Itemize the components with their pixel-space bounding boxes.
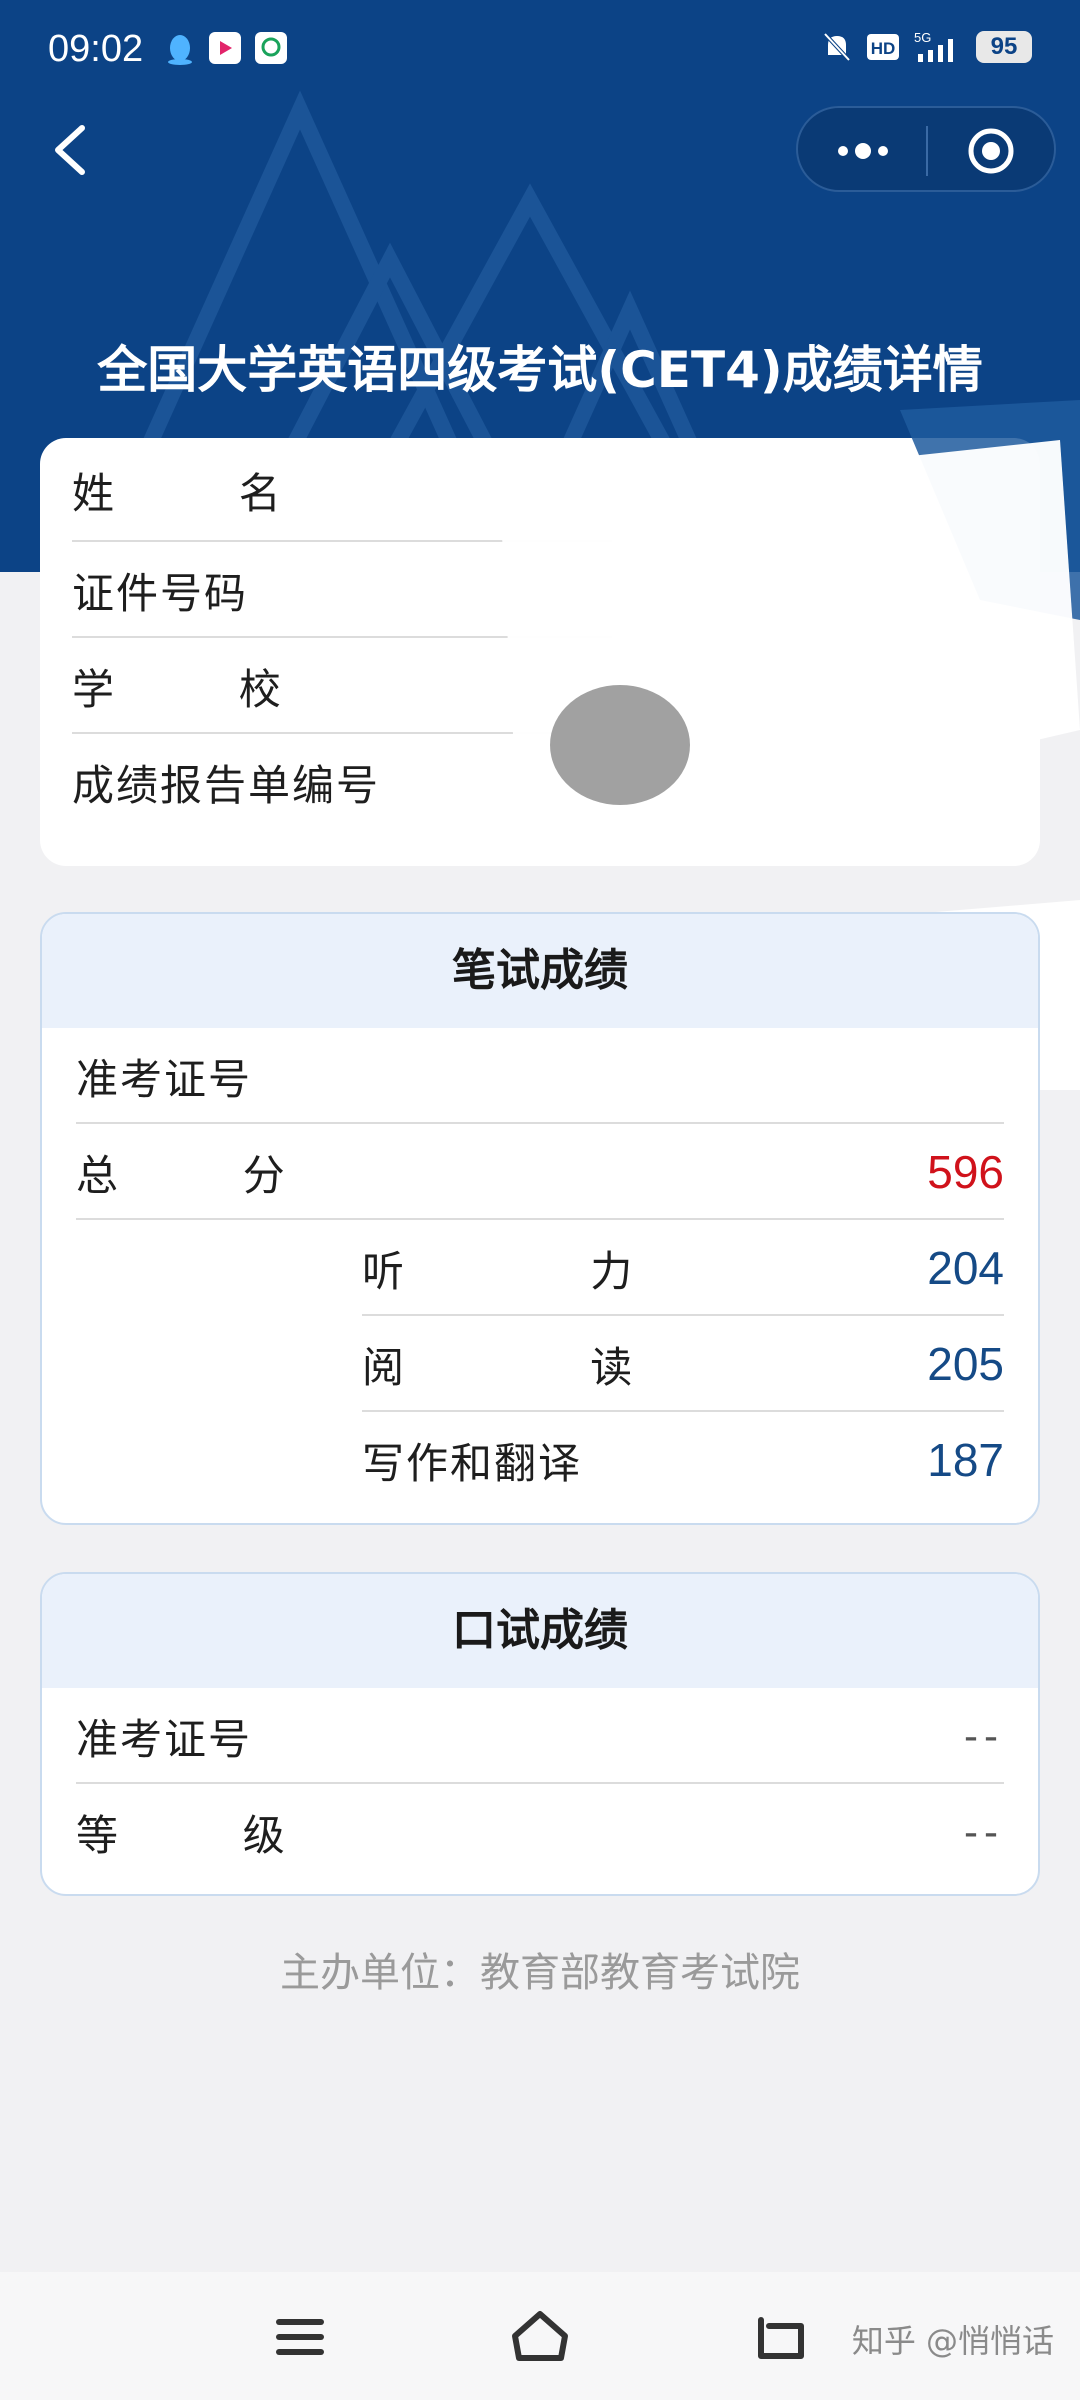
oral-grade-label: 等 级 (76, 1810, 287, 1860)
oral-ticket-label: 准考证号 (76, 1714, 253, 1764)
qq-icon (168, 35, 192, 65)
oral-score-title: 口试成绩 (42, 1574, 1038, 1688)
writing-translation-label: 写作和翻译 (362, 1438, 583, 1488)
reading-score-value: 205 (927, 1338, 1004, 1390)
info-row-name: 姓 名 (72, 438, 1008, 542)
name-label: 姓 名 (72, 468, 283, 518)
oral-ticket-value: -- (964, 1712, 1004, 1759)
school-label: 学 校 (72, 664, 283, 714)
oral-grade-value: -- (964, 1808, 1004, 1855)
personal-info-card: 姓 名 证件号码 学 校 成绩报告单编号 (40, 438, 1040, 866)
info-row-report: 成绩报告单编号 (72, 734, 1008, 830)
svg-text:HD: HD (871, 39, 896, 58)
miniprogram-capsule (796, 106, 1056, 192)
more-dots-icon[interactable] (828, 126, 898, 176)
home-icon[interactable] (505, 2302, 575, 2372)
total-score-value: 596 (927, 1146, 1004, 1198)
info-row-id: 证件号码 (72, 542, 1008, 638)
written-score-title: 笔试成绩 (42, 914, 1038, 1028)
oral-grade-row: 等 级 -- (76, 1784, 1004, 1880)
status-bar: 09:02 HD 5G 95 (0, 0, 1080, 100)
written-score-card: 笔试成绩 准考证号 总 分 596 听 力 204 阅 读 205 写作和翻译 … (40, 912, 1040, 1525)
svg-text:5G: 5G (914, 30, 931, 45)
watermark: 知乎 @悄悄话 (851, 2322, 1054, 2360)
listening-score-row: 听 力 204 (362, 1220, 1004, 1316)
written-ticket-label: 准考证号 (76, 1054, 253, 1104)
back-icon[interactable] (745, 2302, 815, 2372)
oral-score-card: 口试成绩 准考证号 -- 等 级 -- (40, 1572, 1040, 1896)
notification-icons (165, 32, 287, 66)
back-button[interactable] (46, 120, 96, 180)
hd-icon: HD (867, 34, 899, 60)
reading-label: 阅 读 (362, 1342, 635, 1392)
page-title: 全国大学英语四级考试(CET4)成绩详情 (97, 341, 983, 399)
target-close-icon[interactable] (966, 126, 1016, 176)
system-icons: HD 5G 95 (822, 30, 1032, 64)
organizer-text: 主办单位：教育部教育考试院 (280, 1950, 800, 1996)
capsule-divider (926, 126, 928, 176)
writing-score-row: 写作和翻译 187 (362, 1412, 1004, 1508)
battery-indicator: 95 (976, 31, 1032, 63)
message-icon (255, 32, 287, 64)
oral-ticket-row: 准考证号 -- (76, 1688, 1004, 1784)
id-number-label: 证件号码 (72, 568, 249, 618)
total-score-label: 总 分 (76, 1150, 287, 1200)
reading-score-row: 阅 读 205 (362, 1316, 1004, 1412)
info-row-school: 学 校 (72, 638, 1008, 734)
bilibili-icon (209, 32, 241, 64)
listening-label: 听 力 (362, 1246, 635, 1296)
total-score-row: 总 分 596 (76, 1124, 1004, 1220)
menu-icon[interactable] (265, 2302, 335, 2372)
mute-bell-icon (823, 32, 851, 62)
writing-score-value: 187 (927, 1434, 1004, 1486)
written-ticket-row: 准考证号 (76, 1028, 1004, 1124)
report-number-label: 成绩报告单编号 (72, 760, 381, 810)
listening-score-value: 204 (927, 1242, 1004, 1294)
signal-icon: 5G (914, 30, 953, 62)
status-time: 09:02 (48, 28, 144, 70)
